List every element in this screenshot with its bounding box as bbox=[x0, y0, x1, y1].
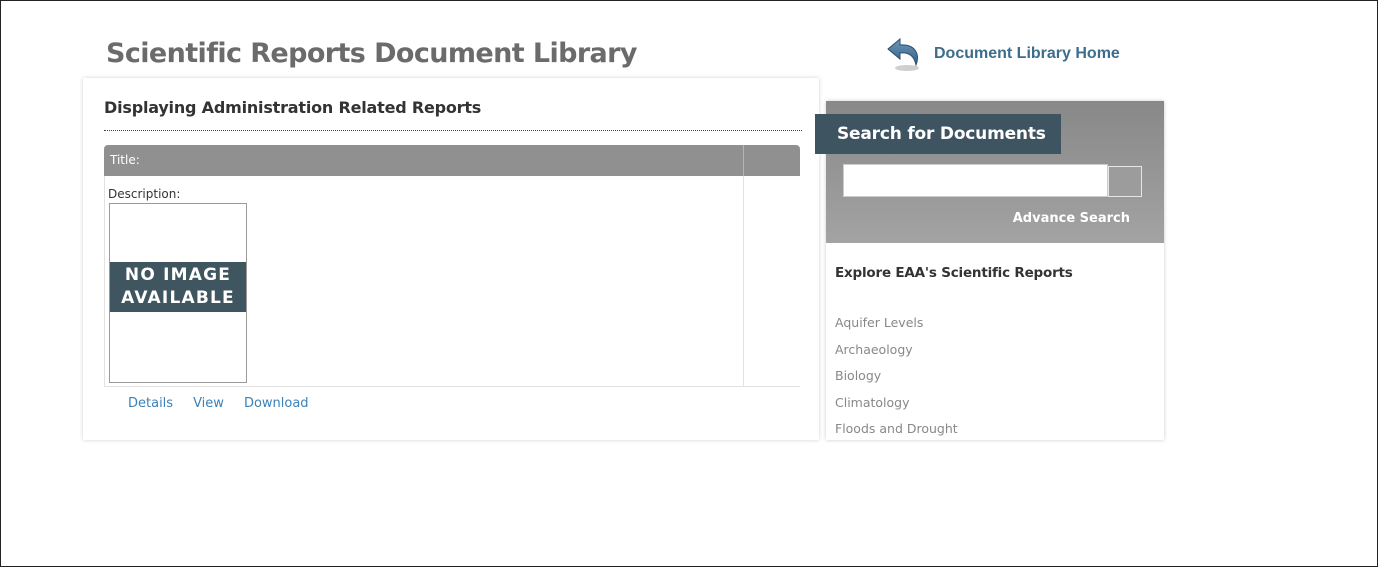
search-title-banner: Search for Documents bbox=[815, 114, 1061, 154]
list-item: Aquifer Levels bbox=[835, 312, 958, 339]
explore-title: Explore EAA's Scientific Reports bbox=[835, 265, 1073, 281]
page-title: Scientific Reports Document Library bbox=[106, 38, 637, 69]
results-table: Title: Description: NO IMAGE AVAILABLE D… bbox=[104, 145, 800, 440]
list-item: Floods and Drought bbox=[835, 418, 958, 445]
topic-link-archaeology[interactable]: Archaeology bbox=[835, 342, 913, 357]
view-link[interactable]: View bbox=[193, 396, 224, 411]
no-image-line1: NO IMAGE bbox=[124, 265, 232, 285]
topic-link-climatology[interactable]: Climatology bbox=[835, 395, 910, 410]
no-image-line2: AVAILABLE bbox=[121, 288, 235, 308]
header-title-label: Title: bbox=[110, 153, 140, 167]
row-actions: Details View Download bbox=[128, 396, 309, 411]
row-column-divider bbox=[743, 176, 744, 387]
topic-link-floods-and-drought[interactable]: Floods and Drought bbox=[835, 421, 958, 436]
section-title: Displaying Administration Related Report… bbox=[104, 98, 482, 117]
no-image-placeholder: NO IMAGE AVAILABLE bbox=[110, 262, 246, 312]
list-item: Archaeology bbox=[835, 339, 958, 366]
description-label: Description: bbox=[108, 187, 181, 201]
download-link[interactable]: Download bbox=[244, 396, 309, 411]
search-input[interactable] bbox=[843, 164, 1108, 197]
advance-search-link[interactable]: Advance Search bbox=[1013, 211, 1130, 226]
document-thumbnail: NO IMAGE AVAILABLE bbox=[109, 203, 247, 383]
topic-list: Aquifer Levels Archaeology Biology Clima… bbox=[835, 312, 958, 445]
results-panel: Displaying Administration Related Report… bbox=[83, 78, 819, 440]
details-link[interactable]: Details bbox=[128, 396, 173, 411]
document-library-home-link[interactable]: Document Library Home bbox=[886, 35, 1120, 73]
topic-link-biology[interactable]: Biology bbox=[835, 368, 881, 383]
table-header: Title: bbox=[104, 145, 800, 176]
header-column-divider bbox=[743, 145, 744, 176]
list-item: Biology bbox=[835, 365, 958, 392]
dotted-divider bbox=[104, 130, 802, 131]
list-item: Climatology bbox=[835, 392, 958, 419]
search-button[interactable] bbox=[1108, 166, 1142, 197]
home-link-label: Document Library Home bbox=[934, 45, 1120, 62]
back-arrow-icon bbox=[887, 37, 919, 71]
topic-link-aquifer-levels[interactable]: Aquifer Levels bbox=[835, 315, 923, 330]
